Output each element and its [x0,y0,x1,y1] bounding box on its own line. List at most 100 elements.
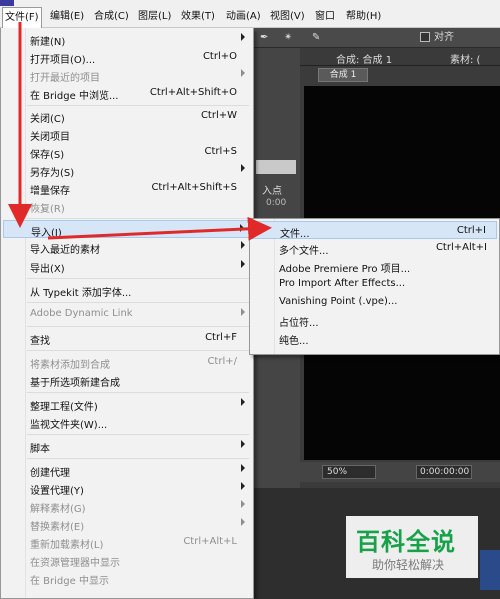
puppet-tool-icon[interactable]: ✴ [284,31,292,45]
menu-separator [27,458,249,459]
snap-checkbox[interactable] [420,32,430,42]
menu-item-label: 整理工程(文件) [30,402,98,413]
menu-layer[interactable]: 图层(L) [136,8,173,26]
menu-item-import-premiere[interactable]: Adobe Premiere Pro 项目... [252,257,497,275]
menu-separator [27,218,249,219]
menu-help[interactable]: 帮助(H) [344,8,383,26]
menu-item-import-recent[interactable]: 导入最近的素材 [3,238,251,256]
menu-item-label: 替换素材(E) [30,522,85,533]
menu-item-save-as[interactable]: 另存为(S) [3,161,251,179]
menu-item-label: Vanishing Point (.vpe)... [279,296,398,307]
menu-item-import-multiple[interactable]: 多个文件... Ctrl+Alt+I [252,239,497,257]
menu-item-label: Adobe Dynamic Link [30,308,133,319]
menu-item-label: 新建(N) [30,37,66,48]
menu-item-set-proxy[interactable]: 设置代理(Y) [3,479,251,497]
composition-panel-title[interactable]: 合成: 合成 1 [336,51,392,66]
menu-effect[interactable]: 效果(T) [179,8,217,26]
menu-item-close-project[interactable]: 关闭项目 [3,125,251,143]
menu-item-close[interactable]: 关闭(C) Ctrl+W [3,107,251,125]
submenu-arrow-icon [241,440,245,448]
menu-edit[interactable]: 编辑(E) [48,8,86,26]
in-point-label: 入点 [262,186,282,197]
menu-item-label: Adobe Premiere Pro 项目... [279,264,411,275]
menu-item-scripts[interactable]: 脚本 [3,437,251,455]
current-time-display[interactable]: 0:00:00:00 [416,465,472,479]
menu-item-label: 解释素材(G) [30,504,86,515]
menu-item-label: 多个文件... [279,246,329,257]
menu-separator [27,434,249,435]
menu-item-placeholder[interactable]: 占位符... [252,311,497,329]
watermark-subtitle: 助你轻松解决 [372,558,445,572]
menu-item-pro-import[interactable]: Pro Import After Effects... [252,275,497,293]
menu-item-label: Pro Import After Effects... [279,278,406,289]
menu-item-watch-folder[interactable]: 监视文件夹(W)... [3,413,251,431]
menu-window[interactable]: 窗口 [313,8,337,26]
menu-item-shortcut: Ctrl+Alt+I [435,242,487,253]
menu-item-label: 导入(I) [31,228,62,239]
menu-item-new[interactable]: 新建(N) [3,30,251,48]
menu-item-import[interactable]: 导入(I) [3,220,251,239]
menu-item-label: 导出(X) [30,264,65,275]
menu-item-label: 将素材添加到合成 [30,360,110,371]
menu-item-label: 打开项目(O)... [30,55,96,66]
menu-file[interactable]: 文件(F) [2,7,42,28]
menu-item-label: 关闭(C) [30,114,65,125]
menu-item-label: 导入最近的素材 [30,245,100,256]
menu-view[interactable]: 视图(V) [268,8,307,26]
menu-item-solid[interactable]: 纯色... [252,329,497,347]
project-search-field[interactable] [256,160,296,174]
menu-bar: 文件(F) 编辑(E) 合成(C) 图层(L) 效果(T) 动画(A) 视图(V… [0,0,500,28]
import-submenu: 文件... Ctrl+I 多个文件... Ctrl+Alt+I Adobe Prem… [249,218,500,355]
menu-item-label: 占位符... [279,318,319,329]
menu-item-shortcut: Ctrl+I [456,225,486,236]
menu-separator [27,350,249,351]
menu-item-shortcut: Ctrl+O [202,51,237,62]
menu-item-label: 打开最近的项目 [30,73,100,84]
menu-separator [27,105,249,106]
pin-tool-icon[interactable]: ✎ [312,31,320,45]
menu-item-browse-bridge[interactable]: 在 Bridge 中浏览... Ctrl+Alt+Shift+O [3,84,251,102]
menu-item-save[interactable]: 保存(S) Ctrl+S [3,143,251,161]
submenu-arrow-icon [241,241,245,249]
submenu-arrow-icon [241,164,245,172]
menu-item-create-proxy[interactable]: 创建代理 [3,461,251,479]
menu-item-import-file[interactable]: 文件... Ctrl+I [252,221,497,240]
menu-item-increment-save[interactable]: 增量保存 Ctrl+Alt+Shift+S [3,179,251,197]
menu-item-open-recent: 打开最近的项目 [3,66,251,84]
menu-item-label: 设置代理(Y) [30,486,84,497]
menu-item-vanishing-point[interactable]: Vanishing Point (.vpe)... [252,293,497,311]
menu-item-add-footage-to-comp: 将素材添加到合成 Ctrl+/ [3,353,251,371]
menu-item-label: 另存为(S) [30,168,75,179]
menu-animation[interactable]: 动画(A) [224,8,263,26]
in-point-value: 0:00 [266,198,287,208]
menu-item-typekit[interactable]: 从 Typekit 添加字体... [3,281,251,299]
menu-item-label: 创建代理 [30,468,70,479]
menu-composition[interactable]: 合成(C) [92,8,131,26]
submenu-arrow-icon [241,500,245,508]
menu-item-open-project[interactable]: 打开项目(O)... Ctrl+O [3,48,251,66]
menu-separator [27,326,249,327]
menu-item-export[interactable]: 导出(X) [3,257,251,275]
menu-item-label: 重新加载素材(L) [30,540,104,551]
snap-label: 对齐 [434,32,454,43]
menu-item-find[interactable]: 查找 Ctrl+F [3,329,251,347]
menu-item-label: 纯色... [279,336,309,347]
submenu-arrow-icon [241,464,245,472]
submenu-arrow-icon [241,260,245,268]
menu-item-shortcut: Ctrl+/ [207,356,237,367]
menu-item-revert: 恢复(R) [3,197,251,215]
submenu-arrow-icon [241,518,245,526]
menu-item-shortcut: Ctrl+F [205,332,237,343]
menu-item-shortcut: Ctrl+Alt+Shift+S [151,182,237,193]
menu-item-new-comp-from-selection[interactable]: 基于所选项新建合成 [3,371,251,389]
footage-panel-title[interactable]: 素材: ( [450,51,480,66]
submenu-arrow-icon [240,224,244,232]
menu-item-label: 增量保存 [30,186,70,197]
submenu-arrow-icon [241,69,245,77]
composition-tab[interactable]: 合成 1 [318,68,368,82]
menu-separator [27,278,249,279]
menu-item-dependencies[interactable]: 整理工程(文件) [3,395,251,413]
zoom-dropdown[interactable]: 50% [322,465,376,479]
menu-item-label: 从 Typekit 添加字体... [30,288,132,299]
pen-tool-icon[interactable]: ✒ [260,31,268,45]
